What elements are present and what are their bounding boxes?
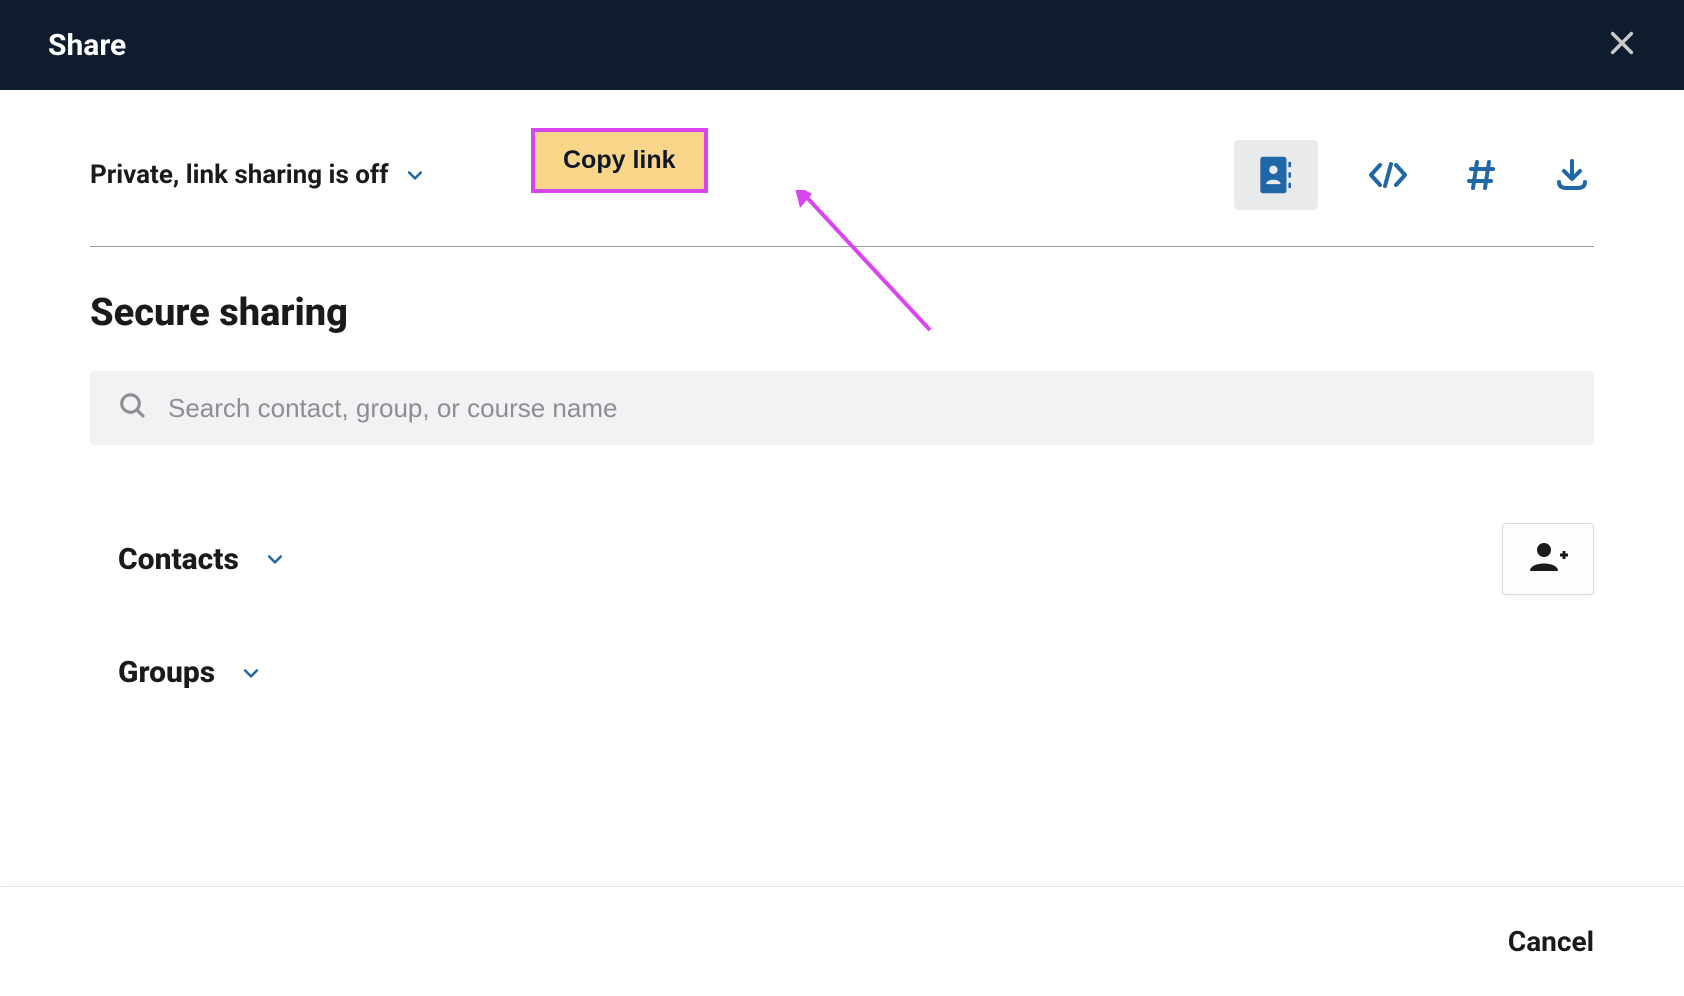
contacts-section: Contacts: [90, 523, 1594, 595]
hash-button[interactable]: [1458, 153, 1502, 197]
dialog-content: Private, link sharing is off Copy link: [0, 90, 1684, 690]
dialog-title: Share: [48, 28, 126, 63]
add-contact-button[interactable]: [1502, 523, 1594, 595]
embed-icon: [1368, 160, 1408, 190]
search-icon: [118, 391, 148, 425]
chevron-down-icon: [405, 165, 425, 185]
chevron-down-icon: [265, 549, 285, 569]
top-row: Private, link sharing is off Copy link: [90, 140, 1594, 247]
search-box[interactable]: [90, 371, 1594, 445]
secure-sharing-title: Secure sharing: [90, 291, 1594, 335]
contacts-toggle[interactable]: Contacts: [118, 542, 285, 577]
groups-label: Groups: [118, 655, 215, 690]
chevron-down-icon: [241, 663, 261, 683]
search-input[interactable]: [168, 393, 1566, 424]
contact-card-button[interactable]: [1234, 140, 1318, 210]
contact-card-icon: [1259, 155, 1293, 195]
embed-button[interactable]: [1366, 153, 1410, 197]
dialog-header: Share: [0, 0, 1684, 90]
contacts-label: Contacts: [118, 542, 239, 577]
privacy-label: Private, link sharing is off: [90, 160, 389, 190]
share-mode-icons: [1234, 140, 1594, 210]
dialog-footer: Cancel: [0, 886, 1684, 996]
copy-link-button[interactable]: Copy link: [531, 128, 708, 193]
download-button[interactable]: [1550, 153, 1594, 197]
download-icon: [1555, 158, 1589, 192]
cancel-button[interactable]: Cancel: [1508, 925, 1594, 958]
groups-toggle[interactable]: Groups: [118, 655, 1594, 690]
copy-link-label: Copy link: [563, 146, 676, 174]
privacy-dropdown[interactable]: Private, link sharing is off: [90, 160, 425, 190]
groups-section: Groups: [90, 655, 1594, 690]
hash-icon: [1463, 158, 1497, 192]
close-button[interactable]: [1608, 27, 1636, 63]
person-add-icon: [1528, 541, 1568, 577]
cancel-label: Cancel: [1508, 925, 1594, 958]
